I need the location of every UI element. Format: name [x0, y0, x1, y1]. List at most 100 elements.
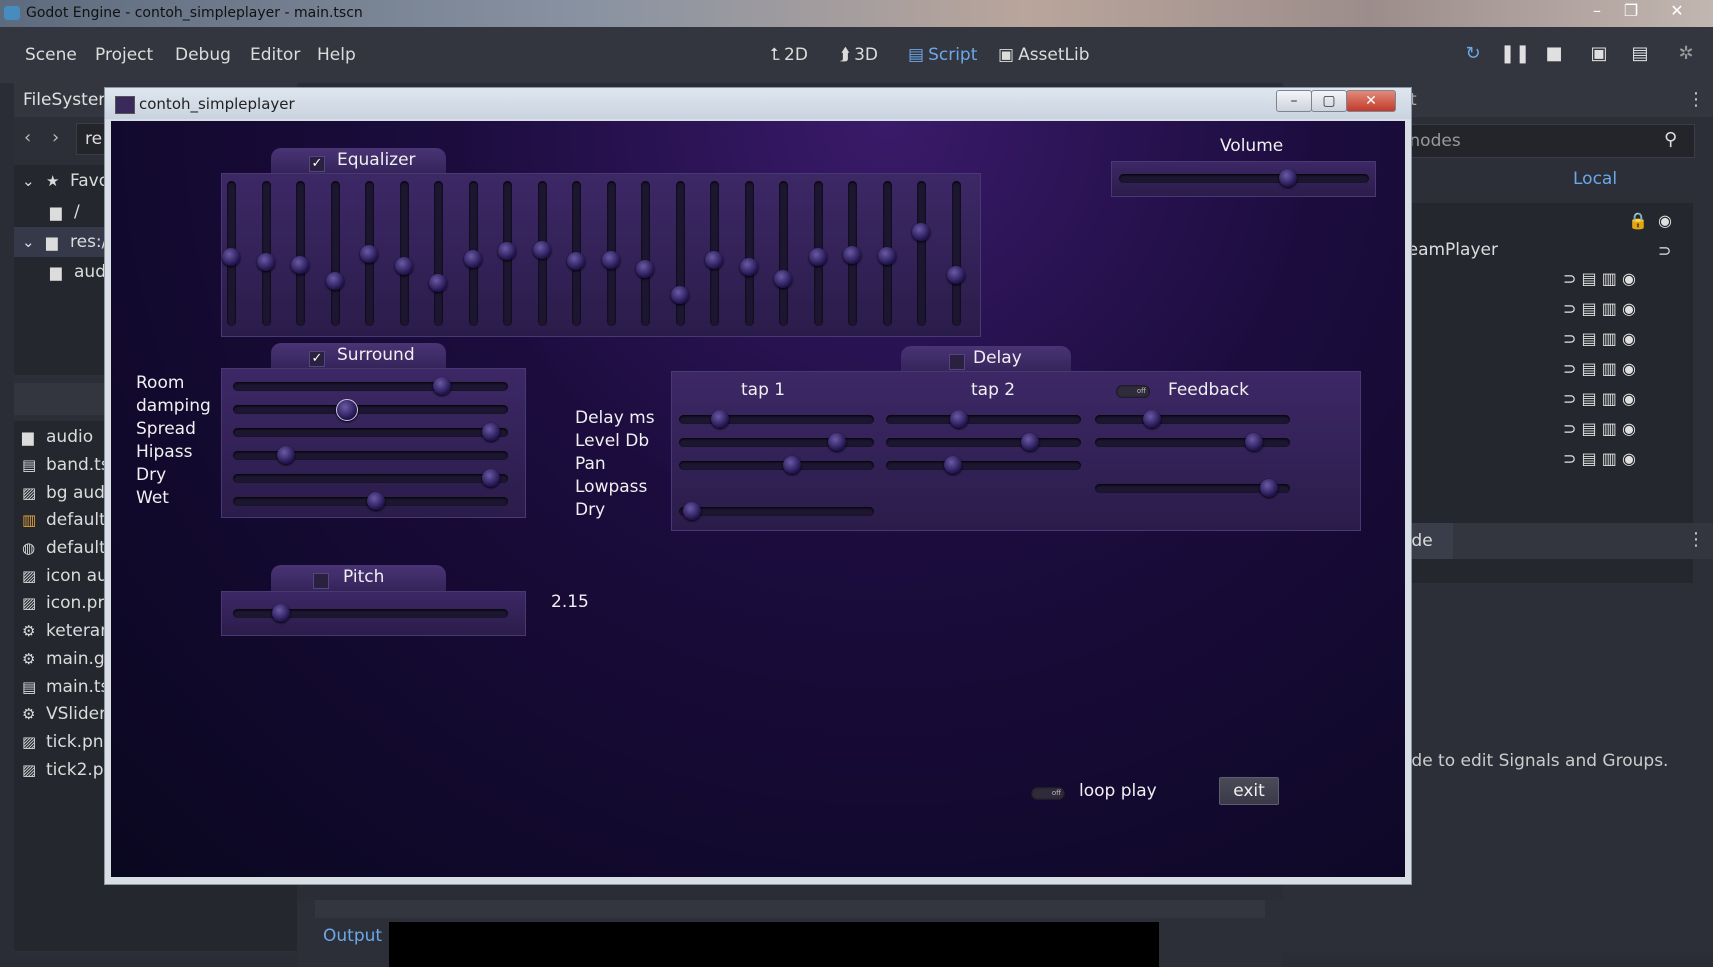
reload-icon[interactable]: ↻	[1460, 43, 1486, 64]
more-icon[interactable]: ⋮	[1687, 89, 1705, 110]
delay-tap1-slider[interactable]	[679, 410, 874, 428]
eq-band-knob[interactable]	[774, 269, 792, 288]
mode-3d[interactable]: ⮭ 3D	[840, 45, 878, 65]
delay-feedback-slider[interactable]	[1095, 433, 1290, 451]
eq-band-knob[interactable]	[463, 249, 482, 268]
eq-band-slider[interactable]	[463, 181, 482, 326]
favorite-root-item[interactable]: ▆ /	[50, 202, 80, 222]
res-root-item[interactable]: ⌄ ▆ res://	[22, 232, 113, 252]
surround-slider-knob[interactable]	[433, 377, 452, 395]
exit-button[interactable]: exit	[1219, 777, 1279, 805]
list-item[interactable]: ⚙ keteran	[22, 621, 111, 641]
list-item[interactable]: ▨ icon.pr	[22, 593, 104, 613]
eye-icon[interactable]: ◉	[1622, 269, 1636, 288]
list-item[interactable]: ◍ default	[22, 538, 106, 558]
script-icon[interactable]: ▥	[1602, 359, 1617, 378]
eq-band-knob[interactable]	[394, 257, 413, 276]
signal-icon[interactable]: ⊃	[1563, 329, 1576, 348]
eq-band-slider[interactable]	[601, 181, 620, 326]
eye-icon[interactable]: ◉	[1622, 419, 1636, 438]
surround-slider-knob[interactable]	[335, 399, 358, 421]
eq-band-slider[interactable]	[325, 181, 344, 326]
delay-tap2-slider-knob[interactable]	[949, 410, 968, 428]
surround-slider[interactable]	[233, 446, 508, 464]
eq-band-knob[interactable]	[670, 286, 689, 305]
script-icon[interactable]: ▥	[1602, 299, 1617, 318]
scene-icon[interactable]: ▤	[1582, 389, 1597, 408]
eq-band-slider[interactable]	[912, 181, 930, 326]
close-icon[interactable]: ✕	[1660, 0, 1694, 22]
delay-tap2-slider-knob[interactable]	[1020, 433, 1039, 451]
scene-icon[interactable]: ▤	[1582, 359, 1597, 378]
eq-band-slider[interactable]	[532, 181, 551, 326]
eq-band-slider[interactable]	[636, 181, 654, 326]
eq-band-knob[interactable]	[636, 259, 654, 278]
eq-band-knob[interactable]	[567, 252, 585, 271]
surround-slider-knob[interactable]	[482, 423, 501, 441]
pitch-slider-knob[interactable]	[271, 604, 290, 622]
menu-help[interactable]: Help	[317, 45, 356, 65]
eq-band-knob[interactable]	[498, 241, 516, 260]
play-custom-scene-icon[interactable]: ▤	[1627, 43, 1653, 64]
delay-tap1-slider-knob[interactable]	[710, 410, 729, 428]
eq-band-slider[interactable]	[670, 181, 689, 326]
pause-icon[interactable]: ❚❚	[1500, 43, 1530, 64]
list-item[interactable]: ▆ audio	[22, 427, 93, 447]
eye-icon[interactable]: ◉	[1622, 389, 1636, 408]
eq-band-slider[interactable]	[877, 181, 896, 326]
eq-band-slider[interactable]	[429, 181, 447, 326]
favorites-item[interactable]: ⌄ ★ Favo	[22, 171, 109, 191]
eq-band-slider[interactable]	[567, 181, 585, 326]
menu-project[interactable]: Project	[95, 45, 153, 65]
aud-folder-item[interactable]: ▆ aud	[50, 262, 106, 282]
eye-icon[interactable]: ◉	[1622, 329, 1636, 348]
eq-band-slider[interactable]	[498, 181, 516, 326]
delay-feedback-slider[interactable]	[1095, 410, 1290, 428]
equalizer-checkbox[interactable]: ✓	[309, 153, 325, 172]
play-scene-icon[interactable]: ▣	[1586, 43, 1612, 64]
delay-tap2-slider[interactable]	[886, 433, 1081, 451]
eq-band-slider[interactable]	[394, 181, 413, 326]
restore-icon[interactable]: ❐	[1614, 0, 1648, 22]
list-item[interactable]: ▨ bg aud	[22, 483, 105, 503]
tab-local[interactable]: Local	[1573, 169, 1617, 189]
eq-band-knob[interactable]	[912, 222, 930, 241]
menu-editor[interactable]: Editor	[250, 45, 300, 65]
lock-icon[interactable]: 🔒	[1628, 211, 1648, 230]
delay-tap1-slider[interactable]	[679, 433, 874, 451]
list-item[interactable]: ▨ tick2.p	[22, 760, 104, 780]
scene-icon[interactable]: ▤	[1582, 419, 1597, 438]
tab-output[interactable]: Output	[323, 926, 382, 946]
eq-band-slider[interactable]	[291, 181, 309, 326]
surround-slider[interactable]	[233, 399, 508, 421]
maximize-icon[interactable]: ▢	[1311, 90, 1347, 112]
surround-slider[interactable]	[233, 469, 508, 487]
surround-slider-knob[interactable]	[366, 492, 385, 510]
eq-band-slider[interactable]	[739, 181, 758, 326]
list-item[interactable]: ▤ main.ts	[22, 677, 109, 697]
close-icon[interactable]: ✕	[1346, 90, 1396, 112]
delay-tap1-slider-knob[interactable]	[682, 502, 701, 520]
script-icon[interactable]: ▥	[1602, 269, 1617, 288]
list-item[interactable]: ▤ band.ts	[22, 455, 110, 475]
eq-band-slider[interactable]	[360, 181, 378, 326]
mode-2d[interactable]: ⮤ 2D	[770, 45, 808, 65]
surround-slider[interactable]	[233, 377, 508, 395]
feedback-toggle[interactable]: off	[1116, 385, 1150, 398]
mode-assetlib[interactable]: ▣ AssetLib	[998, 45, 1090, 65]
forward-icon[interactable]: ›	[52, 127, 59, 148]
signal-icon[interactable]: ⊃	[1563, 359, 1576, 378]
minimize-icon[interactable]: –	[1276, 90, 1312, 112]
delay-feedback-slider-knob[interactable]	[1142, 410, 1161, 428]
signal-icon[interactable]: ⊃	[1563, 419, 1576, 438]
eq-band-knob[interactable]	[946, 266, 965, 285]
surround-slider-knob[interactable]	[276, 446, 295, 464]
eq-band-knob[interactable]	[360, 244, 378, 263]
signal-icon[interactable]: ⊃	[1563, 389, 1576, 408]
volume-slider-knob[interactable]	[1279, 169, 1298, 187]
scene-icon[interactable]: ▤	[1582, 269, 1597, 288]
list-item[interactable]: ⚙ VSlider	[22, 704, 106, 724]
volume-slider[interactable]	[1119, 169, 1369, 187]
eq-band-knob[interactable]	[291, 255, 309, 274]
tab-filesystem[interactable]: FileSyster	[23, 90, 105, 110]
